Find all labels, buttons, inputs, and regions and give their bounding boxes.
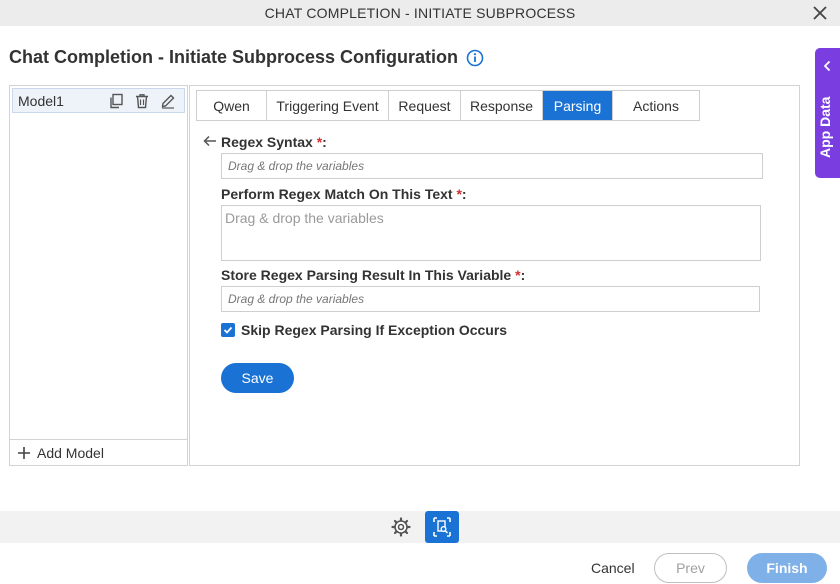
- match-text-input[interactable]: Drag & drop the variables: [221, 205, 761, 261]
- tab-parsing[interactable]: Parsing: [543, 91, 613, 120]
- skip-exception-label: Skip Regex Parsing If Exception Occurs: [241, 322, 508, 338]
- document-view-button[interactable]: [425, 511, 459, 543]
- regex-syntax-input[interactable]: Drag & drop the variables: [221, 153, 763, 179]
- regex-syntax-label: Regex Syntax *:: [221, 134, 327, 150]
- title-bar: CHAT COMPLETION - INITIATE SUBPROCESS: [0, 0, 840, 26]
- skip-exception-checkbox[interactable]: Skip Regex Parsing If Exception Occurs: [221, 322, 507, 338]
- app-data-label: App Data: [817, 96, 833, 158]
- tab-response[interactable]: Response: [461, 91, 543, 120]
- check-icon: [223, 326, 233, 334]
- copy-model-button[interactable]: [106, 91, 126, 111]
- delete-model-button[interactable]: [132, 91, 152, 111]
- tab-request[interactable]: Request: [389, 91, 461, 120]
- tab-actions[interactable]: Actions: [613, 91, 699, 120]
- chevron-left-icon: [823, 60, 831, 72]
- configuration-panel: Qwen Triggering Event Request Response P…: [189, 85, 800, 466]
- tab-triggering-event[interactable]: Triggering Event: [267, 91, 389, 120]
- finish-button[interactable]: Finish: [747, 553, 827, 583]
- trash-icon: [136, 93, 148, 108]
- model-list-item[interactable]: Model1: [12, 88, 185, 113]
- match-text-label: Perform Regex Match On This Text *:: [221, 186, 467, 202]
- page-heading: Chat Completion - Initiate Subprocess Co…: [9, 47, 484, 68]
- close-button[interactable]: [810, 3, 830, 23]
- model-list-panel: Model1 Add Model: [9, 85, 188, 466]
- bottom-toolbar: [0, 511, 840, 543]
- back-arrow-icon[interactable]: [202, 133, 218, 149]
- window-title: CHAT COMPLETION - INITIATE SUBPROCESS: [264, 5, 576, 21]
- checkbox-checked[interactable]: [221, 323, 235, 337]
- info-icon: [466, 49, 484, 66]
- store-result-input[interactable]: Drag & drop the variables: [221, 286, 760, 312]
- save-button[interactable]: Save: [221, 363, 294, 393]
- plus-icon: [18, 446, 30, 459]
- info-button[interactable]: [466, 49, 484, 67]
- tab-bar: Qwen Triggering Event Request Response P…: [196, 90, 700, 121]
- tab-qwen[interactable]: Qwen: [197, 91, 267, 120]
- cancel-button[interactable]: Cancel: [591, 560, 635, 576]
- store-result-label: Store Regex Parsing Result In This Varia…: [221, 267, 526, 283]
- prev-button[interactable]: Prev: [654, 553, 727, 583]
- add-model-button[interactable]: Add Model: [10, 439, 187, 465]
- app-data-tab[interactable]: App Data: [815, 48, 840, 178]
- copy-icon: [110, 93, 123, 108]
- gear-icon: [391, 517, 411, 537]
- settings-button[interactable]: [390, 516, 412, 538]
- close-icon: [813, 6, 827, 20]
- edit-model-button[interactable]: [158, 91, 178, 111]
- document-search-icon: [433, 517, 451, 537]
- page-title: Chat Completion - Initiate Subprocess Co…: [9, 47, 459, 67]
- pencil-icon: [161, 94, 175, 109]
- add-model-label: Add Model: [37, 444, 104, 461]
- model-name: Model1: [18, 92, 64, 109]
